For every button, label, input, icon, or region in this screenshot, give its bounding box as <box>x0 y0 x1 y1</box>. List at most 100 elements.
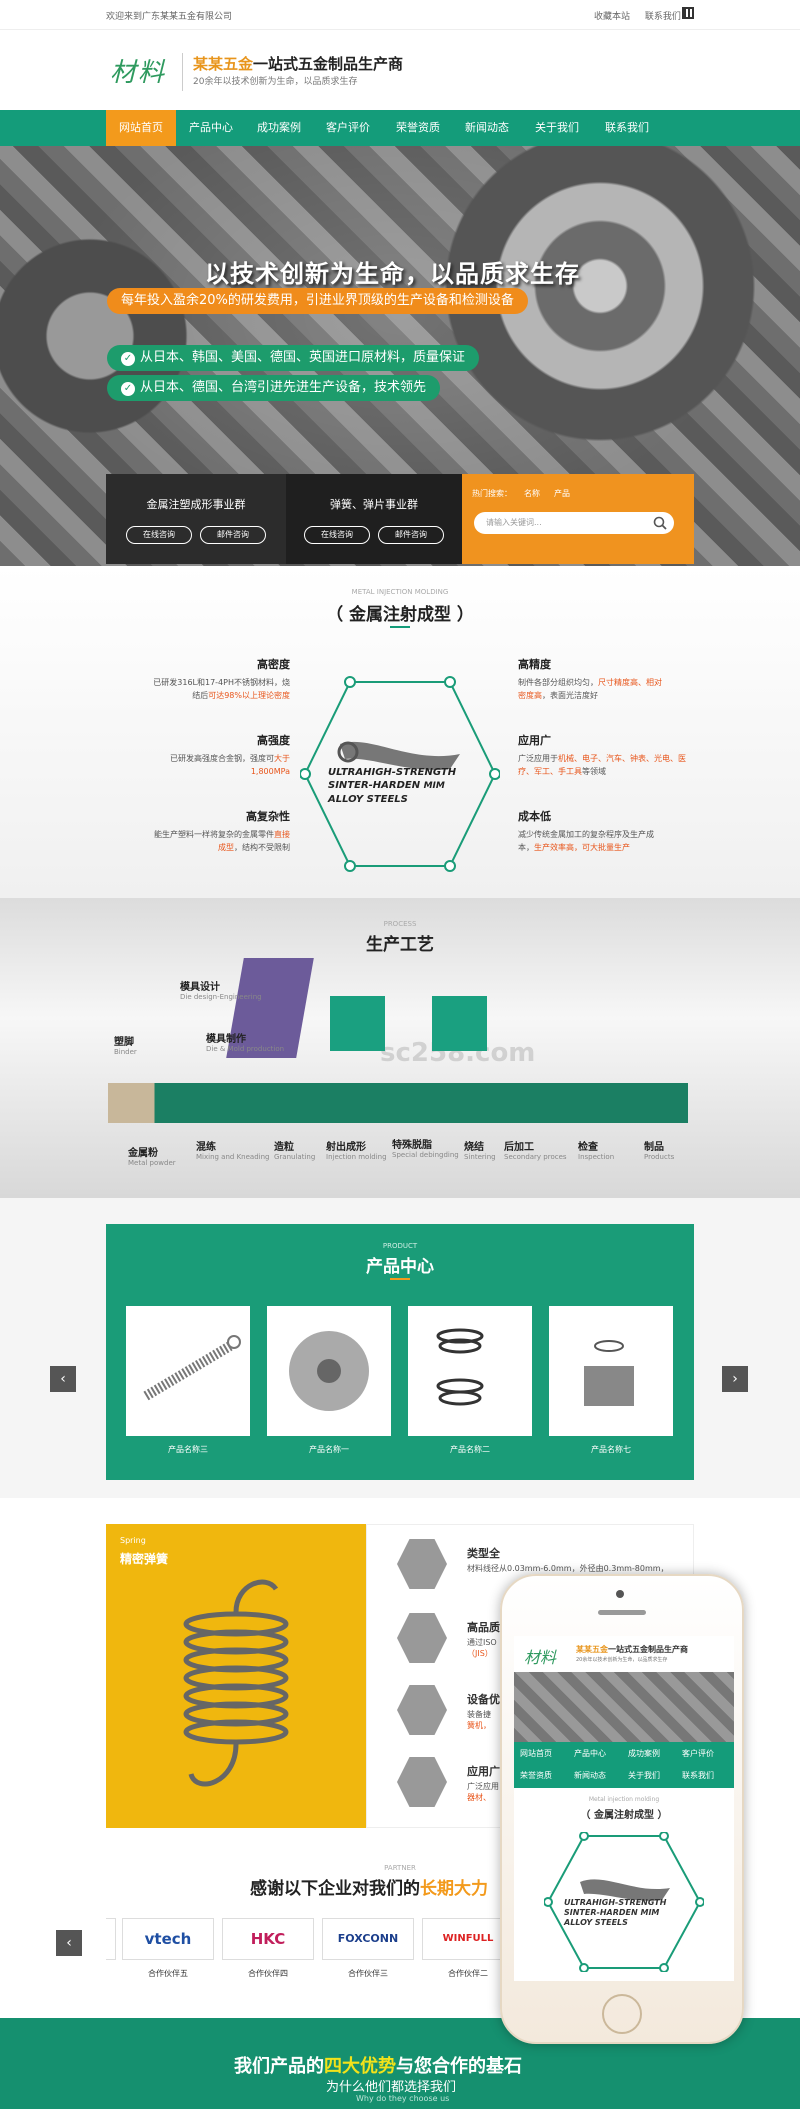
mobile-nav-reviews[interactable]: 客户评价 <box>682 1748 714 1759</box>
advantages-subtitle: 为什么他们都选择我们 <box>326 2080 457 2095</box>
clip-image <box>584 1340 634 1406</box>
mobile-mim-en: Metal injection molding <box>588 1796 660 1803</box>
feature-low-cost: 成本低 减少传统金属加工的复杂程序及生产成 本，生产效率高，可大批量生产 <box>518 810 694 854</box>
feature-low-cost-title: 成本低 <box>518 810 551 823</box>
nav-cases[interactable]: 成功案例 <box>244 110 314 146</box>
mobile-center-label: ULTRAHIGH-STRENGTH SINTER-HARDEN MIM ALLOY… <box>564 1898 667 1927</box>
partner-caption-1: 合作伙伴五 <box>148 1969 188 1978</box>
top-links: 收藏本站 联系我们 <box>594 9 693 22</box>
spring-feature-quality-title: 高品质 <box>467 1621 500 1634</box>
site-logo[interactable]: 材料 <box>110 52 166 89</box>
mobile-nav-honors[interactable]: 荣誉资质 <box>520 1770 552 1781</box>
mobile-nav-products[interactable]: 产品中心 <box>574 1748 606 1759</box>
mim-en-title: METAL INJECTION MOLDING <box>351 588 449 596</box>
phone-home-button <box>602 1994 642 2034</box>
mobile-logo: 材料 <box>524 1648 557 1667</box>
mim-mail-button[interactable]: 邮件咨询 <box>200 526 266 544</box>
favorite-link[interactable]: 收藏本站 <box>594 12 630 22</box>
partner-caption-3: 合作伙伴三 <box>348 1969 388 1978</box>
nav-contact[interactable]: 联系我们 <box>592 110 662 146</box>
feature-low-cost-text: 减少传统金属加工的复杂程序及生产成 本，生产效率高，可大批量生产 <box>518 830 654 852</box>
mobile-screen: 材料 某某五金一站式五金制品生产商 20余年以技术创新为生命，以品质求生存 网站… <box>514 1636 734 1981</box>
hero-title: 以技术创新为生命，以品质求生存 <box>205 260 580 288</box>
product-prev-arrow[interactable]: ‹ <box>50 1366 76 1392</box>
business-boxes: 金属注塑成形事业群 在线咨询 邮件咨询 弹簧、弹片事业群 在线咨询 邮件咨询 热… <box>106 474 694 564</box>
process-step-design: 模具设计 Die design-Engineering <box>180 982 262 1001</box>
mobile-tagline: 20余年以技术创新为生命，以品质求生存 <box>576 1657 668 1663</box>
spring-consult-button[interactable]: 在线咨询 <box>304 526 370 544</box>
feature-complexity-title: 高复杂性 <box>246 810 290 823</box>
search-tab-name[interactable]: 名称 <box>524 488 540 499</box>
search-icon[interactable] <box>652 515 668 531</box>
brand-highlight: 某某五金 <box>193 55 254 73</box>
mobile-nav-home[interactable]: 网站首页 <box>520 1748 552 1759</box>
search-tab-product[interactable]: 产品 <box>554 488 570 499</box>
partner-prev-arrow[interactable]: ‹ <box>56 1930 82 1956</box>
spring-feature-equipment-text: 装备捷 簧机， <box>467 1710 491 1730</box>
product-next-arrow[interactable]: › <box>722 1366 748 1392</box>
partner-logo-3[interactable]: FOXCONN <box>322 1918 414 1960</box>
impeller-image <box>289 1331 369 1411</box>
site-header: 材料 某某五金一站式五金制品生产商 20余年以技术创新为生命，以品质求生存 <box>0 30 800 110</box>
spring-business-box: 弹簧、弹片事业群 在线咨询 邮件咨询 <box>286 474 462 564</box>
welcome-text: 欢迎来到广东某某五金有限公司 <box>106 12 233 22</box>
spring-feature-application-title: 应用广 <box>467 1765 500 1778</box>
partner-logo-2[interactable]: HKC <box>222 1918 314 1960</box>
mobile-brand: 某某五金一站式五金制品生产商 <box>576 1645 688 1654</box>
process-step-inspection: 检查 Inspection <box>578 1142 615 1161</box>
spring-mail-button[interactable]: 邮件咨询 <box>378 526 444 544</box>
product-en-title: PRODUCT <box>382 1242 418 1250</box>
product-name-2[interactable]: 产品名称一 <box>267 1444 391 1455</box>
nav-products[interactable]: 产品中心 <box>176 110 246 146</box>
brand-tagline: 20余年以技术创新为生命，以品质求生存 <box>193 77 358 87</box>
main-nav: 网站首页 产品中心 成功案例 客户评价 荣誉资质 新闻动态 关于我们 联系我们 <box>0 110 800 146</box>
check-icon: ✓ <box>121 382 135 396</box>
mobile-nav-cases[interactable]: 成功案例 <box>628 1748 660 1759</box>
feature-high-density: 高密度 已研发316L和17-4PH不锈钢材料，烧 结后可达98%以上理论密度 <box>120 658 290 702</box>
search-input[interactable]: 请输入关键词... <box>474 512 674 534</box>
feature-wide-application: 应用广 广泛应用于机械、电子、汽车、钟表、光电、医疗、军工、手工具等领域 <box>518 734 694 778</box>
title-underline <box>390 626 410 628</box>
product-card-3[interactable] <box>408 1306 532 1436</box>
nav-about[interactable]: 关于我们 <box>522 110 592 146</box>
feature-complexity-text: 能生产塑料一样将复杂的金属零件直接 成型，结构不受限制 <box>154 830 290 852</box>
feature-high-strength: 高强度 已研发高强度合金钢，强度可大于 1,800MPa <box>120 734 290 778</box>
advantages-en: Why do they choose us <box>356 2094 450 2103</box>
mobile-nav-about[interactable]: 关于我们 <box>628 1770 660 1781</box>
product-card-1[interactable] <box>126 1306 250 1436</box>
feature-wide-application-text: 广泛应用于机械、电子、汽车、钟表、光电、医疗、军工、手工具等领域 <box>518 754 686 776</box>
hero-pill-equipment-text: 从日本、德国、台湾引进先进生产设备，技术领先 <box>140 380 427 395</box>
process-step-sintering: 烧结 Sintering <box>464 1142 496 1161</box>
product-card-2[interactable] <box>267 1306 391 1436</box>
process-step-powder: 金属粉 Metal powder <box>128 1148 176 1167</box>
mim-business-box: 金属注塑成形事业群 在线咨询 邮件咨询 <box>106 474 286 564</box>
nav-home[interactable]: 网站首页 <box>106 110 176 146</box>
center-line-1: ULTRAHIGH-STRENGTH <box>328 767 457 778</box>
mobile-nav-news[interactable]: 新闻动态 <box>574 1770 606 1781</box>
mobile-nav-contact[interactable]: 联系我们 <box>682 1770 714 1781</box>
qr-code-icon[interactable] <box>682 7 694 19</box>
product-card-4[interactable] <box>549 1306 673 1436</box>
mim-section: METAL INJECTION MOLDING （ 金属注射成型 ） 高密度 已… <box>0 566 800 898</box>
feature-high-density-title: 高密度 <box>257 658 290 671</box>
product-name-3[interactable]: 产品名称二 <box>408 1444 532 1455</box>
phone-speaker <box>598 1610 646 1615</box>
process-line-graphic <box>108 1083 688 1123</box>
mim-business-title: 金属注塑成形事业群 <box>146 498 246 511</box>
product-name-1[interactable]: 产品名称三 <box>126 1444 250 1455</box>
sliders-icon <box>397 1613 447 1663</box>
mobile-nav: 网站首页 产品中心 成功案例 客户评价 荣誉资质 新闻动态 关于我们 联系我们 <box>514 1742 734 1788</box>
brand-name: 某某五金一站式五金制品生产商 <box>193 53 403 74</box>
partner-logo-1[interactable]: vtech <box>122 1918 214 1960</box>
nav-reviews[interactable]: 客户评价 <box>313 110 383 146</box>
check-icon: ✓ <box>121 352 135 366</box>
feature-precision-title: 高精度 <box>518 658 551 671</box>
mim-center-label: ULTRAHIGH-STRENGTH SINTER-HARDEN MIM ALL… <box>328 766 456 806</box>
product-name-4[interactable]: 产品名称七 <box>549 1444 673 1455</box>
nav-news[interactable]: 新闻动态 <box>452 110 522 146</box>
mim-consult-button[interactable]: 在线咨询 <box>126 526 192 544</box>
nav-honors[interactable]: 荣誉资质 <box>383 110 453 146</box>
contact-link[interactable]: 联系我们 <box>645 12 681 22</box>
mobile-hero-image <box>514 1672 734 1742</box>
layers-icon <box>397 1757 447 1807</box>
